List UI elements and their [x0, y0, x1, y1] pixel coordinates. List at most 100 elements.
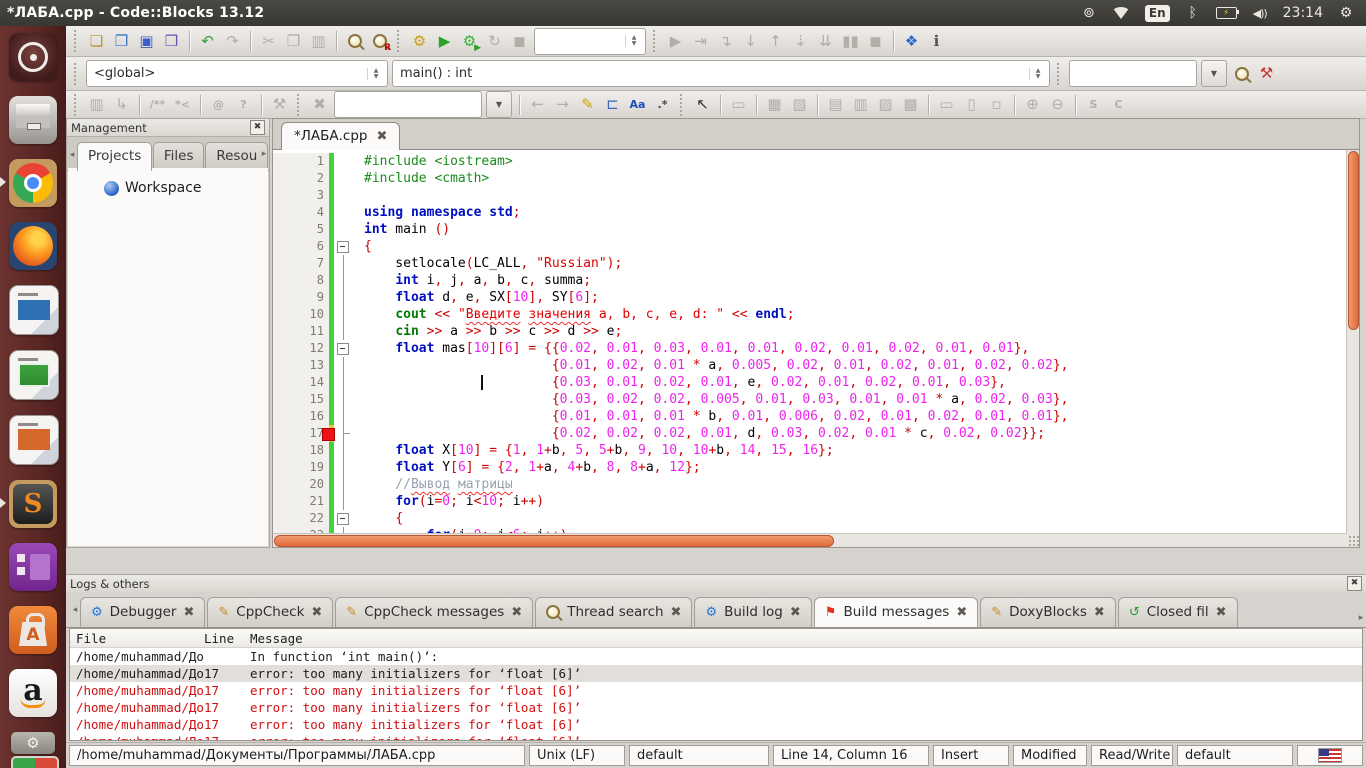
libreoffice-writer-launcher[interactable] — [9, 285, 59, 335]
firefox-launcher[interactable] — [9, 222, 57, 270]
logs-tab-doxyblocks[interactable]: ✎DoxyBlocks✖ — [980, 597, 1116, 627]
vertical-scroll-thumb[interactable] — [1348, 151, 1359, 330]
editor-tab[interactable]: *ЛАБА.cpp ✖ — [281, 122, 400, 150]
system-settings-launcher[interactable]: ⚙ — [11, 732, 55, 754]
tab-scroll-left-icon[interactable]: ◂ — [67, 139, 77, 170]
fold-margin[interactable] — [334, 221, 354, 238]
close-icon[interactable]: ✖ — [183, 606, 194, 619]
logs-tab-build-log[interactable]: ⚙Build log✖ — [694, 597, 811, 627]
amazon-launcher[interactable]: a — [9, 669, 57, 717]
close-icon[interactable]: ✖ — [311, 606, 322, 619]
incsearch-select-button[interactable]: ⊏ — [600, 93, 625, 117]
search-button[interactable] — [1229, 62, 1254, 86]
table-row[interactable]: /home/muhammad/До...17error: too many in… — [70, 716, 1362, 733]
code-line[interactable]: 21 for(i=0; i<10; i++) — [273, 493, 1347, 510]
scope-combo[interactable]: <global>▲▼ — [86, 60, 388, 87]
media-player-launcher[interactable] — [9, 543, 57, 591]
incsearch-regex-button[interactable]: .* — [650, 93, 675, 117]
code-line[interactable]: 11 cin >> a >> b >> c >> d >> e; — [273, 323, 1347, 340]
code-view[interactable]: 1#include <iostream>2#include <cmath>34u… — [273, 150, 1359, 534]
table-row[interactable]: /home/muhammad/До...17error: too many in… — [70, 699, 1362, 716]
vertical-scrollbar[interactable] — [1346, 150, 1359, 534]
workspace-switcher-launcher[interactable] — [11, 756, 59, 768]
network-wifi-icon[interactable] — [1112, 4, 1130, 22]
logs-tab-debugger[interactable]: ⚙Debugger✖ — [80, 597, 205, 627]
build-target-combo[interactable]: ▲▼ — [534, 28, 646, 55]
tab-scroll-right-icon[interactable]: ▸ — [259, 137, 269, 170]
build-and-run-button[interactable]: ⚙▶ — [457, 29, 482, 53]
code-line[interactable]: 14 {0.03, 0.01, 0.02, 0.01, e, 0.02, 0.0… — [273, 374, 1347, 391]
close-icon[interactable]: ✖ — [1347, 576, 1362, 591]
column-header[interactable]: File — [70, 630, 204, 647]
fold-margin[interactable] — [334, 272, 354, 289]
code-line[interactable]: 1#include <iostream> — [273, 153, 1347, 170]
code-line[interactable]: 3 — [273, 187, 1347, 204]
spinner-icon[interactable]: ▲▼ — [367, 68, 384, 80]
spinner-icon[interactable]: ▲▼ — [1029, 68, 1046, 80]
fold-margin[interactable] — [334, 425, 354, 442]
save-all-button[interactable]: ❒ — [159, 29, 184, 53]
sublime-text-launcher[interactable]: S — [9, 480, 57, 528]
function-combo[interactable]: main() : int▲▼ — [392, 60, 1050, 87]
files-launcher[interactable] — [9, 96, 57, 144]
fold-margin[interactable] — [334, 459, 354, 476]
search-combo[interactable] — [1069, 60, 1197, 87]
code-line[interactable]: 7 setlocale(LC_ALL, "Russian"); — [273, 255, 1347, 272]
horizontal-scroll-thumb[interactable] — [274, 535, 834, 547]
fold-margin[interactable] — [334, 374, 354, 391]
close-icon[interactable]: ✖ — [671, 606, 682, 619]
dash-home-button[interactable] — [9, 33, 57, 81]
close-icon[interactable]: ✖ — [1216, 606, 1227, 619]
code-line[interactable]: 22 { — [273, 510, 1347, 527]
code-line[interactable]: 20 //Вывод матрицы — [273, 476, 1347, 493]
code-line[interactable]: 8 int i, j, a, b, c, summa; — [273, 272, 1347, 289]
chrome-launcher[interactable] — [9, 159, 57, 207]
close-icon[interactable]: ✖ — [956, 606, 967, 619]
code-line[interactable]: 10 cout << "Введите значения a, b, c, e,… — [273, 306, 1347, 323]
fold-margin[interactable] — [334, 153, 354, 170]
code-line[interactable]: 2#include <cmath> — [273, 170, 1347, 187]
clock[interactable]: 23:14 — [1283, 4, 1323, 22]
management-tab-files[interactable]: Files — [153, 142, 204, 170]
debugging-windows-button[interactable]: ❖ — [899, 29, 924, 53]
fold-margin[interactable] — [334, 510, 354, 527]
close-icon[interactable]: ✖ — [377, 130, 388, 143]
bluetooth-icon[interactable]: ᛒ — [1185, 4, 1201, 22]
code-line[interactable]: 16 {0.01, 0.01, 0.01 * b, 0.01, 0.006, 0… — [273, 408, 1347, 425]
close-icon[interactable]: ✖ — [511, 606, 522, 619]
incsearch-highlight-button[interactable]: ✎ — [575, 93, 600, 117]
libreoffice-impress-launcher[interactable] — [9, 415, 59, 465]
find-button[interactable] — [342, 29, 367, 53]
fold-margin[interactable] — [334, 238, 354, 255]
code-line[interactable]: 17 {0.02, 0.02, 0.02, 0.01, d, 0.03, 0.0… — [273, 425, 1347, 442]
code-line[interactable]: 6{ — [273, 238, 1347, 255]
session-menu-icon[interactable]: ⚙ — [1338, 4, 1354, 22]
replace-button[interactable]: R — [367, 29, 392, 53]
fold-margin[interactable] — [334, 323, 354, 340]
table-row[interactable]: /home/muhammad/До...17error: too many in… — [70, 665, 1362, 682]
logs-tab-build-messages[interactable]: ⚑Build messages✖ — [814, 597, 978, 628]
code-line[interactable]: 9 float d, e, SX[10], SY[6]; — [273, 289, 1347, 306]
fold-margin[interactable] — [334, 170, 354, 187]
table-row[interactable]: /home/muhammad/До...In function ‘int mai… — [70, 648, 1362, 665]
management-tab-projects[interactable]: Projects — [77, 142, 152, 171]
run-button[interactable]: ▶ — [432, 29, 457, 53]
volume-icon[interactable]: ◀)) — [1252, 4, 1268, 22]
fold-margin[interactable] — [334, 289, 354, 306]
close-icon[interactable]: ✖ — [790, 606, 801, 619]
search-options-button[interactable]: ⚒ — [1254, 62, 1279, 86]
libreoffice-calc-launcher[interactable] — [9, 350, 59, 400]
horizontal-scrollbar[interactable] — [273, 533, 1347, 547]
incsearch-match-case-button[interactable]: Aa — [625, 93, 650, 117]
close-icon[interactable]: ✖ — [250, 120, 265, 135]
logs-tab-closed-fil[interactable]: ↺Closed fil✖ — [1118, 597, 1238, 627]
fold-margin[interactable] — [334, 340, 354, 357]
column-header[interactable]: Line — [204, 630, 250, 647]
fold-margin[interactable] — [334, 306, 354, 323]
tree-item-workspace[interactable]: Workspace — [68, 168, 268, 196]
spinner-icon[interactable]: ▲▼ — [625, 35, 642, 47]
close-icon[interactable]: ✖ — [1094, 606, 1105, 619]
logs-tab-cppcheck-messages[interactable]: ✎CppCheck messages✖ — [335, 597, 533, 627]
logs-tab-thread-search[interactable]: Thread search✖ — [535, 597, 692, 627]
fold-margin[interactable] — [334, 187, 354, 204]
